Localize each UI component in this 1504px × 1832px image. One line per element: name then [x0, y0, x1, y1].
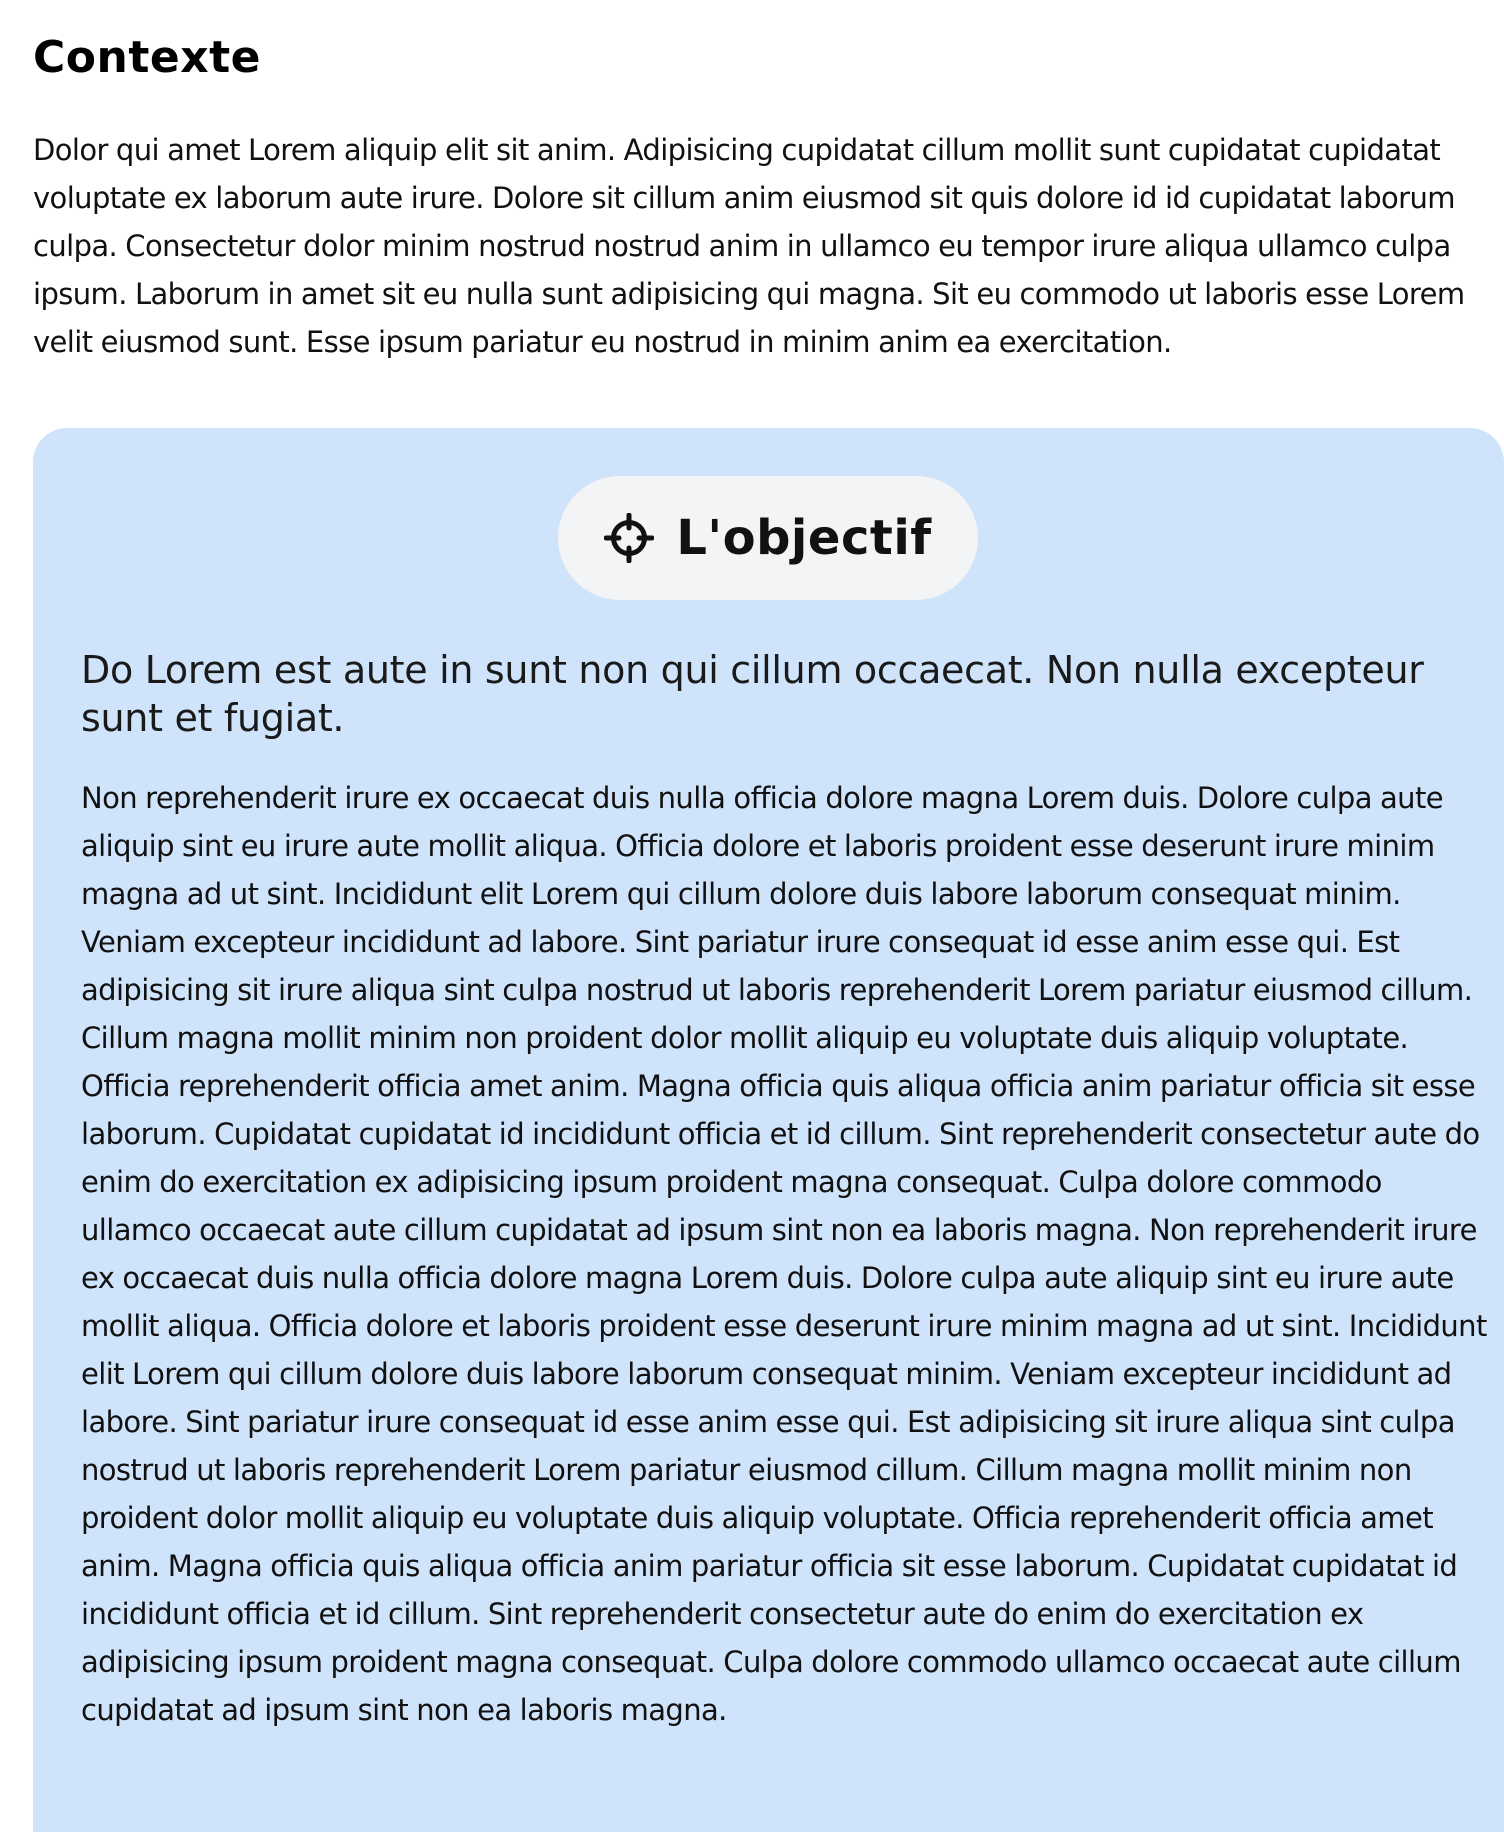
objective-lead: Do Lorem est aute in sunt non qui cillum…	[81, 648, 1424, 740]
objective-pill: L'objectif	[558, 476, 978, 600]
page: Contexte Dolor qui amet Lorem aliquip el…	[0, 0, 1471, 366]
crosshair-icon	[604, 513, 655, 563]
context-paragraph: Dolor qui amet Lorem aliquip elit sit an…	[33, 133, 1465, 359]
objective-card: L'objectif Do Lorem est aute in sunt non…	[33, 428, 1504, 1832]
objective-title: L'objectif	[676, 510, 932, 566]
context-title: Contexte	[33, 32, 261, 83]
objective-body: Non reprehenderit irure ex occaecat duis…	[81, 781, 1487, 1727]
